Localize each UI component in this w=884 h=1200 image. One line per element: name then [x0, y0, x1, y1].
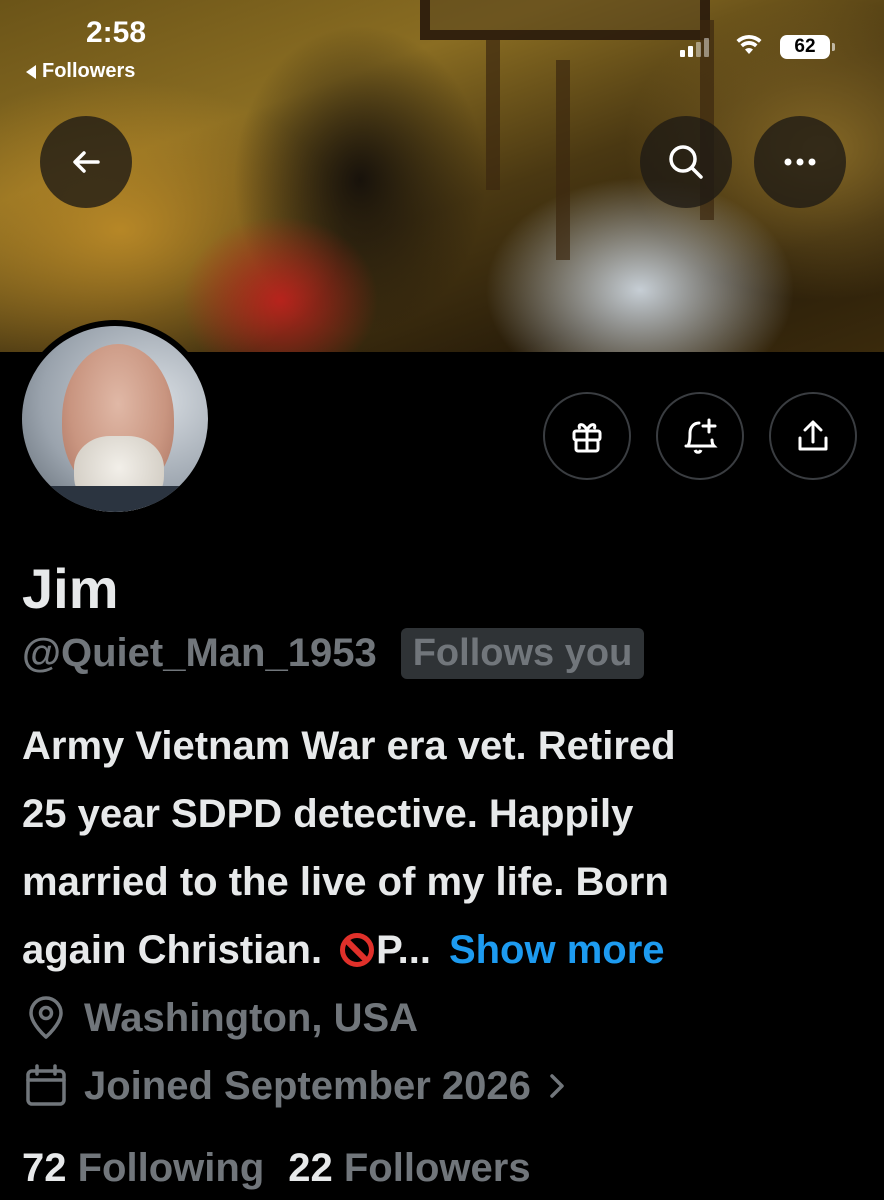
- follows-you-badge: Follows you: [400, 628, 645, 679]
- following-label: Following: [77, 1146, 265, 1190]
- joined-text: Joined September 2026: [84, 1063, 531, 1108]
- location-text: Washington, USA: [84, 995, 419, 1040]
- profile-handle: @Quiet_Man_1953: [22, 631, 377, 675]
- back-app-label: Followers: [42, 60, 136, 82]
- show-more-link[interactable]: Show more: [449, 928, 665, 972]
- followers-label: Followers: [343, 1146, 531, 1190]
- prohibited-icon: [340, 933, 375, 967]
- bio-line-text: again Christian.: [22, 928, 323, 972]
- bio-truncated-text: P...: [376, 928, 431, 972]
- calendar-icon: [26, 1064, 66, 1106]
- bio-line: married to the live of my life. Born: [22, 860, 669, 904]
- cellular-signal-icon: [680, 38, 709, 57]
- more-horizontal-icon: [784, 158, 816, 166]
- notifications-button[interactable]: [656, 392, 744, 480]
- joined-row[interactable]: Joined September 2026: [22, 1062, 569, 1110]
- following-count: 72: [22, 1146, 67, 1190]
- follow-stats: 72 Following 22 Followers: [22, 1146, 531, 1191]
- bio-line-last: again Christian. P... Show more: [22, 916, 872, 984]
- bio-line: 25 year SDPD detective. Happily: [22, 792, 634, 836]
- avatar[interactable]: [16, 320, 214, 518]
- bell-plus-icon: [684, 418, 718, 454]
- share-button[interactable]: [769, 392, 857, 480]
- handle-row: @Quiet_Man_1953 Follows you: [22, 628, 645, 679]
- more-options-button[interactable]: [754, 116, 846, 208]
- chevron-right-icon: [550, 1074, 564, 1098]
- following-link[interactable]: 72 Following: [22, 1146, 264, 1191]
- location-row: Washington, USA: [22, 994, 418, 1042]
- back-triangle-icon: [26, 64, 36, 79]
- bio-line: Army Vietnam War era vet. Retired: [22, 724, 676, 768]
- wifi-icon: [736, 34, 762, 54]
- search-button[interactable]: [640, 116, 732, 208]
- gift-button[interactable]: [543, 392, 631, 480]
- back-button[interactable]: [40, 116, 132, 208]
- arrow-left-icon: [73, 151, 100, 173]
- search-icon: [669, 145, 703, 179]
- gift-icon: [572, 423, 602, 453]
- followers-count: 22: [288, 1146, 333, 1190]
- status-time: 2:58: [86, 16, 147, 49]
- profile-name: Jim: [22, 557, 119, 620]
- battery-indicator: 62: [780, 35, 835, 59]
- profile-bio: Army Vietnam War era vet. Retired 25 yea…: [22, 712, 872, 984]
- share-icon: [798, 420, 828, 451]
- location-pin-icon: [29, 996, 63, 1039]
- back-to-app-link[interactable]: Followers: [26, 60, 135, 83]
- followers-link[interactable]: 22 Followers: [288, 1146, 530, 1191]
